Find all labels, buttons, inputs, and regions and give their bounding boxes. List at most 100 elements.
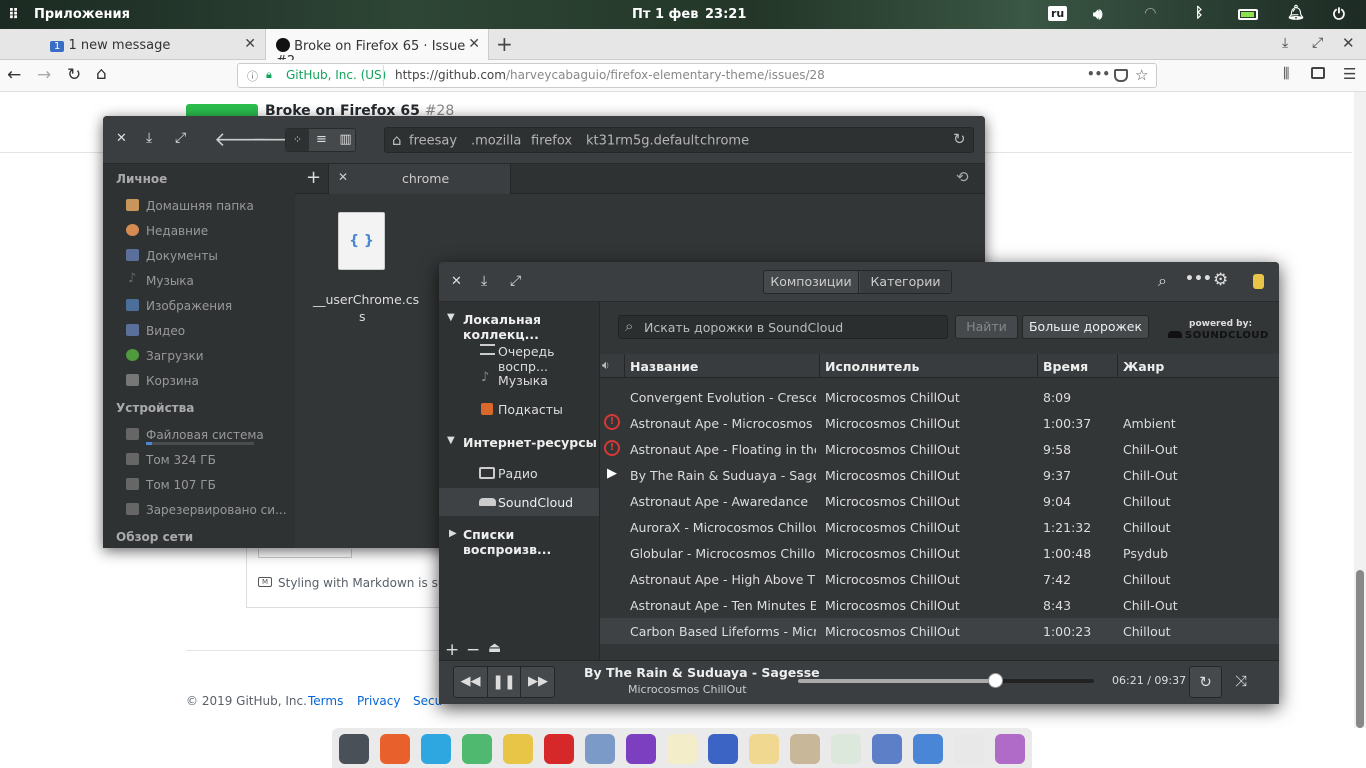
spreadsheet-app-icon[interactable]	[831, 734, 861, 764]
date-label[interactable]: Пт 1 фев	[632, 7, 698, 22]
notifications-bell-icon[interactable]: 🔔︎	[1287, 5, 1305, 21]
close-window-icon[interactable]: ✕	[116, 131, 127, 146]
new-tab-icon[interactable]: +	[306, 167, 321, 188]
youtube-app-icon[interactable]	[544, 734, 574, 764]
sidebar-item-documents[interactable]: Документы	[146, 249, 218, 263]
playlists-header[interactable]: Списки воспроизв...	[463, 527, 599, 557]
find-button[interactable]: Найти	[955, 315, 1018, 339]
book-app-icon[interactable]	[708, 734, 738, 764]
maximize-window-icon[interactable]: ⤢	[510, 273, 521, 289]
breadcrumb[interactable]: ⌂ freesay .mozilla firefox kt31rm5g.defa…	[384, 127, 974, 153]
close-tab-icon[interactable]: ✕	[338, 170, 348, 184]
photos-app-icon[interactable]	[585, 734, 615, 764]
page-scrollbar-thumb[interactable]	[1356, 570, 1364, 728]
list-view-icon[interactable]: ≡	[310, 129, 333, 151]
bookmark-star-icon[interactable]: ☆	[1135, 66, 1148, 84]
bluetooth-icon[interactable]: ᛒ	[1195, 5, 1203, 21]
close-tab-icon[interactable]: ✕	[244, 36, 256, 52]
track-row[interactable]: Astronaut Ape - High Above Th... Microcos…	[600, 566, 1279, 592]
sidebar-item-podcasts[interactable]: Подкасты	[498, 402, 563, 417]
mail-app-icon[interactable]	[749, 734, 779, 764]
sidebar-item-radio[interactable]: Радио	[498, 466, 538, 481]
tab-github-issue[interactable]: Broke on Firefox 65 · Issue #2 ✕	[265, 29, 489, 69]
history-icon[interactable]: ⟲	[956, 168, 969, 186]
atom-app-icon[interactable]	[462, 734, 492, 764]
close-window-icon[interactable]: ✕	[451, 274, 462, 289]
shuffle-icon[interactable]: ⤨	[1235, 672, 1247, 690]
apps-icon[interactable]: ⠿	[8, 7, 19, 23]
track-row[interactable]: ! Astronaut Ape - Floating in the ... Micr…	[600, 436, 1279, 462]
music-app-icon[interactable]	[503, 734, 533, 764]
breadcrumb-item[interactable]: chrome	[700, 134, 749, 149]
file-item[interactable]: { } __userChrome.cs s	[306, 205, 419, 325]
page-actions-icon[interactable]: •••	[1087, 67, 1110, 81]
settings-app-icon[interactable]	[339, 734, 369, 764]
url-text[interactable]: https://github.com/harveycabaguio/firefo…	[395, 68, 825, 82]
chevron-down-icon[interactable]: ▼	[447, 312, 455, 323]
seek-bar[interactable]	[798, 673, 1094, 688]
toggle-app-icon[interactable]	[913, 734, 943, 764]
track-row[interactable]: Globular - Microcosmos Chillou... Microco…	[600, 540, 1279, 566]
reload-icon[interactable]: ↻	[953, 130, 966, 148]
sidebar-item-downloads[interactable]: Загрузки	[146, 349, 204, 363]
reload-icon[interactable]: ↻	[67, 65, 81, 85]
sidebar-item-soundcloud[interactable]: SoundCloud	[498, 495, 573, 510]
sidebar-item-music[interactable]: Музыка	[146, 274, 194, 288]
sidebar-item-reserved[interactable]: Зарезервировано си...	[146, 503, 287, 517]
maximize-window-icon[interactable]: ⤢	[1312, 35, 1323, 51]
cover-art-icon[interactable]	[1253, 274, 1264, 289]
search-icon[interactable]: ⌕	[1158, 271, 1167, 291]
notes-app-icon[interactable]	[626, 734, 656, 764]
sidebar-item-videos[interactable]: Видео	[146, 324, 185, 338]
sidebar-item-recent[interactable]: Недавние	[146, 224, 208, 238]
pause-icon[interactable]: ❚❚	[487, 667, 521, 697]
volume-icon[interactable]: 🔊︎	[1093, 5, 1102, 23]
column-time[interactable]: Время	[1043, 359, 1088, 374]
battery-icon[interactable]	[1238, 9, 1258, 20]
column-genre[interactable]: Жанр	[1123, 359, 1164, 374]
files-app-icon[interactable]	[790, 734, 820, 764]
sidebar-item-home[interactable]: Домашняя папка	[146, 199, 254, 213]
breadcrumb-item[interactable]: .mozilla	[471, 134, 521, 149]
internet-header[interactable]: Интернет-ресурсы	[463, 435, 597, 450]
site-identity[interactable]: GitHub, Inc. (US)	[286, 68, 386, 82]
next-icon[interactable]: ▶▶	[521, 667, 555, 697]
track-row[interactable]: Astronaut Ape - Ten Minutes Et... Microco…	[600, 592, 1279, 618]
tab-tracks[interactable]: Композиции	[764, 271, 859, 293]
forward-icon[interactable]: →	[37, 65, 51, 85]
breadcrumb-item[interactable]: kt31rm5g.default	[586, 134, 699, 149]
clock-app-icon[interactable]	[954, 734, 984, 764]
search-input[interactable]: ⌕ Искать дорожки в SoundCloud	[618, 315, 948, 339]
add-playlist-icon[interactable]: +	[445, 640, 459, 660]
back-icon[interactable]: ←	[7, 65, 21, 85]
time-label[interactable]: 23:21	[705, 7, 746, 22]
code-editor-app-icon[interactable]	[667, 734, 697, 764]
sidebar-toggle-icon[interactable]	[1311, 67, 1325, 79]
download-window-icon[interactable]: ⤓	[1282, 35, 1288, 51]
firefox-app-icon[interactable]	[380, 734, 410, 764]
track-row[interactable]: ▶ By The Rain & Suduaya - Sagesse Microcos…	[600, 462, 1279, 488]
eject-icon[interactable]: ⏏	[488, 640, 501, 656]
close-window-icon[interactable]: ✕	[1342, 34, 1355, 52]
chevron-right-icon[interactable]: ▶	[449, 528, 457, 539]
pocket-icon[interactable]	[1114, 69, 1128, 82]
sidebar-item-music[interactable]: Музыка	[498, 373, 548, 388]
close-tab-icon[interactable]: ✕	[468, 36, 480, 52]
write-tab[interactable]	[258, 549, 352, 558]
sidebar-item-volume-324[interactable]: Том 324 ГБ	[146, 453, 216, 467]
sidebar-item-volume-107[interactable]: Том 107 ГБ	[146, 478, 216, 492]
track-row[interactable]: Carbon Based Lifeforms - Micr... Microcos…	[600, 618, 1279, 644]
sidebar-item-trash[interactable]: Корзина	[146, 374, 199, 388]
applications-menu[interactable]: Приложения	[34, 7, 130, 22]
breadcrumb-item[interactable]: freesay	[409, 134, 457, 149]
gear-icon[interactable]: ⚙	[1213, 270, 1228, 290]
sidebar-item-queue[interactable]: Очередь воспр...	[498, 344, 599, 374]
track-row[interactable]: AuroraX - Microcosmos Chillout... Microco…	[600, 514, 1279, 540]
previous-icon[interactable]: ◀◀	[454, 667, 487, 697]
track-row[interactable]: ! Astronaut Ape - Microcosmos C... Microco…	[600, 410, 1279, 436]
url-bar[interactable]: ⓘ 🔒︎ GitHub, Inc. (US) https://github.co…	[237, 63, 1157, 88]
power-icon[interactable]: ⏻	[1333, 5, 1345, 23]
column-view-icon[interactable]: ▥	[334, 129, 357, 151]
more-tracks-button[interactable]: Больше дорожек	[1022, 315, 1149, 339]
new-tab-icon[interactable]: +	[496, 32, 513, 56]
